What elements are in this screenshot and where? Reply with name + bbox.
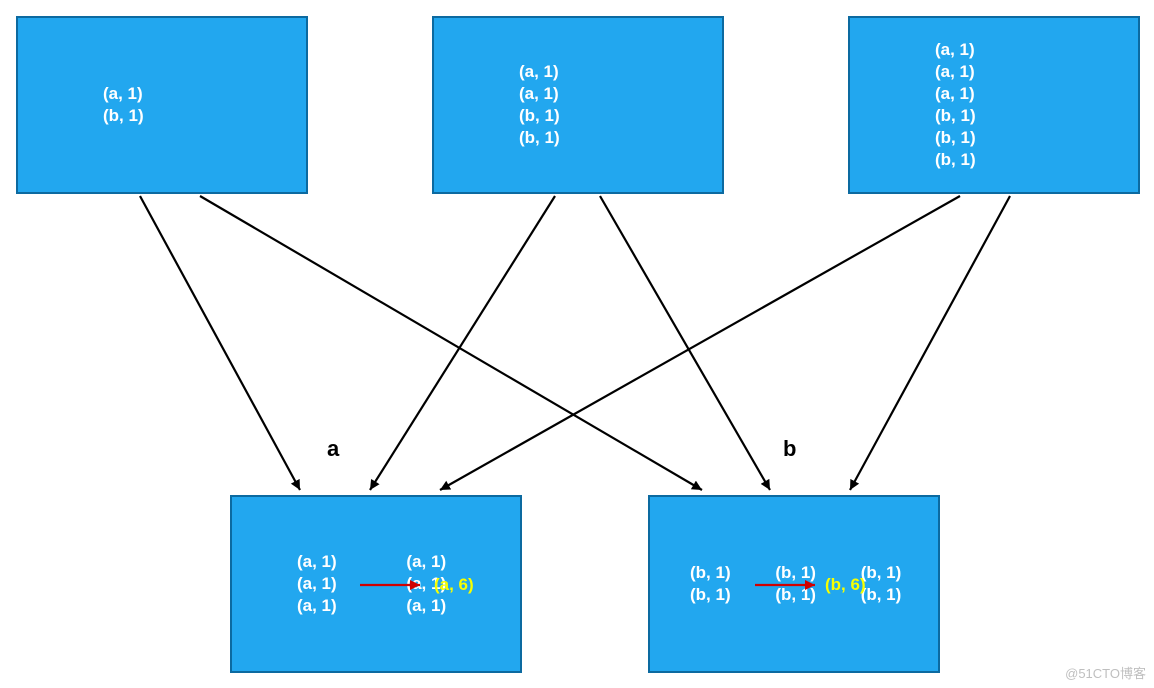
pair: (a, 1) — [232, 574, 337, 593]
pair: (b, 1) — [850, 127, 1138, 149]
pair: (a, 1) — [232, 552, 337, 571]
pair: (a, 1) — [850, 39, 1138, 61]
pair: (b, 1) — [850, 149, 1138, 171]
pair: (b, 1) — [650, 585, 731, 604]
pair: (b, 1) — [850, 105, 1138, 127]
pair: (a, 1) — [18, 83, 306, 105]
mapper-box-1: (a, 1) (b, 1) — [16, 16, 308, 194]
mapper-box-2: (a, 1) (a, 1) (b, 1) (b, 1) — [432, 16, 724, 194]
pair: (b, 1) — [735, 585, 816, 604]
pair: (a, 1) — [850, 83, 1138, 105]
reducer-box-b: (b, 1) (b, 1) (b, 1) (b, 1) (b, 1) (b, 1… — [648, 495, 940, 673]
pair: (b, 1) — [650, 563, 731, 582]
mapper-box-3: (a, 1) (a, 1) (a, 1) (b, 1) (b, 1) (b, 1… — [848, 16, 1140, 194]
pair: (a, 1) — [232, 596, 337, 615]
reducer-box-a: (a, 1) (a, 1) (a, 1) (a, 1) (a, 1) (a, 1… — [230, 495, 522, 673]
arrow-top2-to-a — [370, 196, 555, 490]
arrow-top3-to-a — [440, 196, 960, 490]
arrow-top1-to-a — [140, 196, 300, 490]
arrow-top1-to-b — [200, 196, 702, 490]
pair: (a, 1) — [341, 574, 446, 593]
pair: (a, 1) — [341, 596, 446, 615]
pair: (a, 1) — [850, 61, 1138, 83]
pair: (b, 1) — [434, 105, 722, 127]
reduce-result-a: (a, 6) — [434, 575, 474, 595]
pair: (a, 1) — [434, 83, 722, 105]
pair: (a, 1) — [341, 552, 446, 571]
key-label-b: b — [783, 436, 796, 462]
arrow-top2-to-b — [600, 196, 770, 490]
pair: (b, 1) — [735, 563, 816, 582]
key-label-a: a — [327, 436, 339, 462]
pair: (a, 1) — [434, 61, 722, 83]
arrow-top3-to-b — [850, 196, 1010, 490]
pair: (b, 1) — [18, 105, 306, 127]
watermark: @51CTO博客 — [1065, 663, 1146, 682]
reduce-result-b: (b, 6) — [825, 575, 866, 595]
pair: (b, 1) — [434, 127, 722, 149]
